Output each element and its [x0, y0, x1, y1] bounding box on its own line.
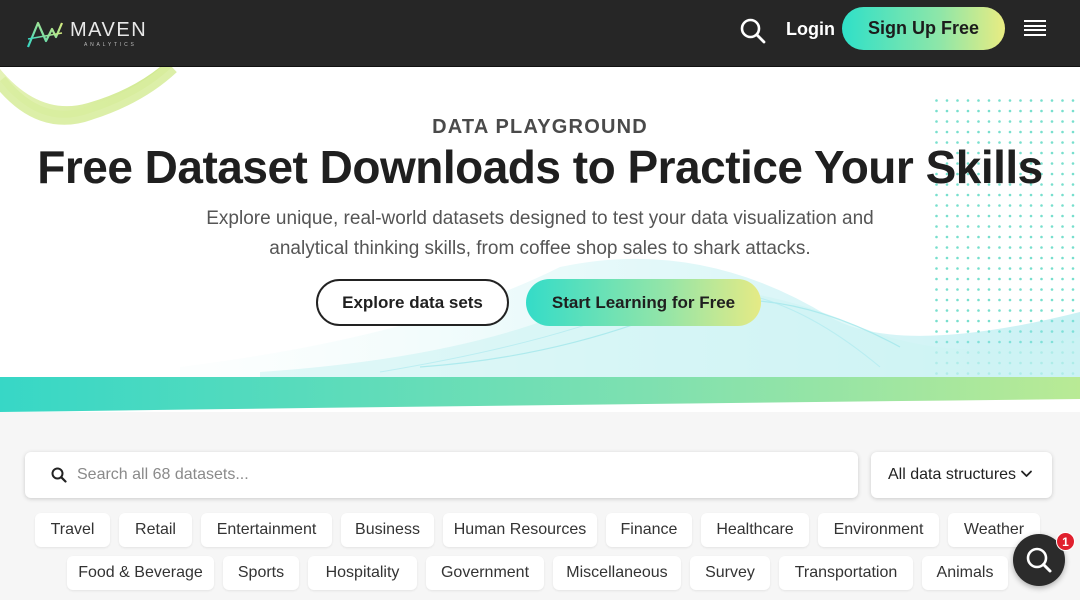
- category-chip-animals[interactable]: Animals: [922, 556, 1008, 590]
- search-icon: [51, 467, 67, 483]
- maven-analytics-logo[interactable]: MAVEN ANALYTICS: [26, 14, 147, 54]
- dataset-search-input[interactable]: [77, 452, 837, 498]
- category-chip-travel[interactable]: Travel: [35, 513, 110, 547]
- category-chip-survey[interactable]: Survey: [690, 556, 770, 590]
- login-button[interactable]: Login: [786, 18, 835, 40]
- hero-eyebrow: DATA PLAYGROUND: [432, 116, 648, 138]
- category-chip-healthcare[interactable]: Healthcare: [701, 513, 809, 547]
- notification-badge: 1: [1056, 532, 1075, 551]
- category-chip-transportation[interactable]: Transportation: [779, 556, 913, 590]
- top-navigation-bar: MAVEN ANALYTICS Login Sign Up Free: [0, 0, 1080, 67]
- logo-subtitle: ANALYTICS: [84, 42, 137, 48]
- logo-name: MAVEN: [70, 19, 148, 41]
- chat-search-icon: [1026, 547, 1052, 573]
- hero-subheading: Explore unique, real-world datasets desi…: [206, 208, 874, 259]
- page-title: Free Dataset Downloads to Practice Your …: [37, 141, 1043, 193]
- category-chip-business[interactable]: Business: [341, 513, 434, 547]
- category-chip-human-resources[interactable]: Human Resources: [443, 513, 597, 547]
- category-chip-hospitality[interactable]: Hospitality: [308, 556, 417, 590]
- category-chip-sports[interactable]: Sports: [223, 556, 299, 590]
- sign-up-free-button[interactable]: Sign Up Free: [842, 7, 1005, 50]
- category-chip-entertainment[interactable]: Entertainment: [201, 513, 332, 547]
- category-chip-finance[interactable]: Finance: [606, 513, 692, 547]
- category-chip-government[interactable]: Government: [426, 556, 544, 590]
- explore-data-sets-button[interactable]: Explore data sets: [316, 279, 509, 326]
- category-chip-food-beverage[interactable]: Food & Beverage: [67, 556, 214, 590]
- dataset-browser: All data structures Travel Retail Entert…: [0, 412, 1080, 600]
- start-learning-button[interactable]: Start Learning for Free: [526, 279, 761, 326]
- data-structure-selected: All data structures: [888, 466, 1017, 483]
- menu-icon[interactable]: [1024, 20, 1046, 38]
- data-structure-select[interactable]: All data structures: [871, 452, 1052, 498]
- search-icon[interactable]: [739, 17, 767, 45]
- category-chip-miscellaneous[interactable]: Miscellaneous: [553, 556, 681, 590]
- maven-logo-mark-icon: [26, 21, 64, 48]
- dataset-search-box: [25, 452, 858, 498]
- hero-section: DATA PLAYGROUND Free Dataset Downloads t…: [0, 67, 1080, 412]
- chevron-down-icon: [1021, 470, 1032, 477]
- category-chip-retail[interactable]: Retail: [119, 513, 192, 547]
- category-chip-environment[interactable]: Environment: [818, 513, 939, 547]
